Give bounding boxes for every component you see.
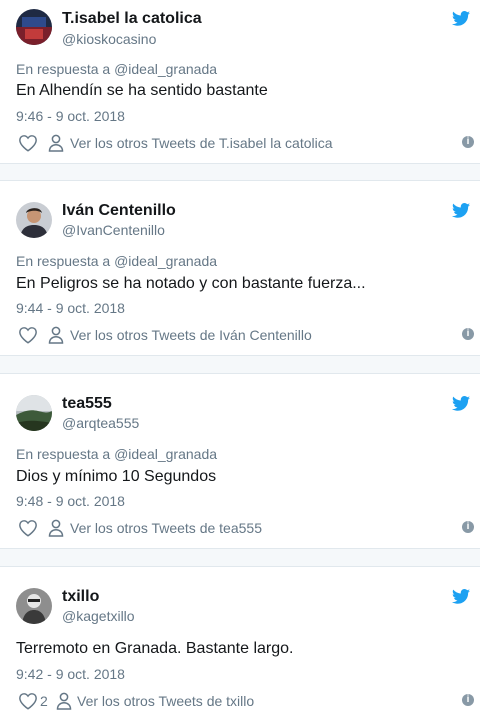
heart-icon[interactable]	[18, 519, 38, 537]
display-name[interactable]: T.isabel la catolica	[62, 10, 202, 28]
like-count[interactable]: 2	[40, 693, 48, 709]
avatar[interactable]	[16, 395, 52, 431]
tweet-card[interactable]: T.isabel la catolica @kioskocasino En re…	[0, 0, 480, 164]
tweet-card[interactable]: txillo @kagetxillo Terremoto en Granada.…	[0, 566, 480, 726]
tweet-separator	[0, 356, 480, 373]
person-icon	[48, 519, 64, 537]
tweet-timestamp[interactable]: 9:48 - 9 oct. 2018	[16, 493, 125, 509]
tweet-timestamp[interactable]: 9:46 - 9 oct. 2018	[16, 108, 125, 124]
tweet-text: En Peligros se ha notado y con bastante …	[16, 275, 366, 292]
tweet-actions: Ver los otros Tweets de tea555 i	[16, 519, 480, 539]
person-icon	[48, 326, 64, 344]
reply-mention-link[interactable]: @ideal_granada	[114, 253, 217, 269]
heart-icon[interactable]	[18, 326, 38, 344]
user-handle[interactable]: @kagetxillo	[62, 608, 135, 624]
tweet-actions: 2 Ver los otros Tweets de txillo i	[16, 692, 480, 712]
user-handle[interactable]: @IvanCentenillo	[62, 222, 165, 238]
reply-prefix: En respuesta a	[16, 253, 111, 269]
info-icon[interactable]: i	[462, 328, 474, 340]
reply-context: En respuesta a @ideal_granada	[16, 61, 217, 77]
avatar[interactable]	[16, 588, 52, 624]
tweet-text: Dios y mínimo 10 Segundos	[16, 468, 217, 485]
tweet-actions: Ver los otros Tweets de T.isabel la cato…	[16, 134, 480, 154]
avatar[interactable]	[16, 202, 52, 238]
view-more-tweets-link[interactable]: Ver los otros Tweets de txillo	[77, 693, 254, 709]
reply-context: En respuesta a @ideal_granada	[16, 253, 217, 269]
tweet-timestamp[interactable]: 9:44 - 9 oct. 2018	[16, 300, 125, 316]
twitter-bird-icon[interactable]	[452, 11, 470, 26]
reply-mention-link[interactable]: @ideal_granada	[114, 61, 217, 77]
reply-prefix: En respuesta a	[16, 446, 111, 462]
tweet-text: Terremoto en Granada. Bastante largo.	[16, 640, 294, 657]
tweet-feed: T.isabel la catolica @kioskocasino En re…	[0, 0, 480, 726]
tweet-separator	[0, 549, 480, 566]
twitter-bird-icon[interactable]	[452, 203, 470, 218]
twitter-bird-icon[interactable]	[452, 589, 470, 604]
person-icon	[48, 134, 64, 152]
view-more-tweets-link[interactable]: Ver los otros Tweets de T.isabel la cato…	[70, 135, 333, 151]
display-name[interactable]: tea555	[62, 395, 112, 413]
user-handle[interactable]: @kioskocasino	[62, 31, 156, 47]
info-icon[interactable]: i	[462, 694, 474, 706]
person-icon	[56, 692, 72, 710]
avatar[interactable]	[16, 9, 52, 45]
twitter-bird-icon[interactable]	[452, 396, 470, 411]
tweet-card[interactable]: Iván Centenillo @IvanCentenillo En respu…	[0, 180, 480, 356]
tweet-card[interactable]: tea555 @arqtea555 En respuesta a @ideal_…	[0, 373, 480, 549]
heart-icon[interactable]	[18, 692, 38, 710]
tweet-timestamp[interactable]: 9:42 - 9 oct. 2018	[16, 666, 125, 682]
view-more-tweets-link[interactable]: Ver los otros Tweets de tea555	[70, 520, 262, 536]
info-icon[interactable]: i	[462, 521, 474, 533]
view-more-tweets-link[interactable]: Ver los otros Tweets de Iván Centenillo	[70, 327, 312, 343]
reply-context: En respuesta a @ideal_granada	[16, 446, 217, 462]
user-handle[interactable]: @arqtea555	[62, 415, 139, 431]
display-name[interactable]: txillo	[62, 588, 99, 606]
tweet-text: En Alhendín se ha sentido bastante	[16, 82, 268, 99]
tweet-actions: Ver los otros Tweets de Iván Centenillo …	[16, 326, 480, 346]
tweet-separator	[0, 164, 480, 180]
heart-icon[interactable]	[18, 134, 38, 152]
reply-mention-link[interactable]: @ideal_granada	[114, 446, 217, 462]
info-icon[interactable]: i	[462, 136, 474, 148]
reply-prefix: En respuesta a	[16, 61, 111, 77]
display-name[interactable]: Iván Centenillo	[62, 202, 176, 220]
